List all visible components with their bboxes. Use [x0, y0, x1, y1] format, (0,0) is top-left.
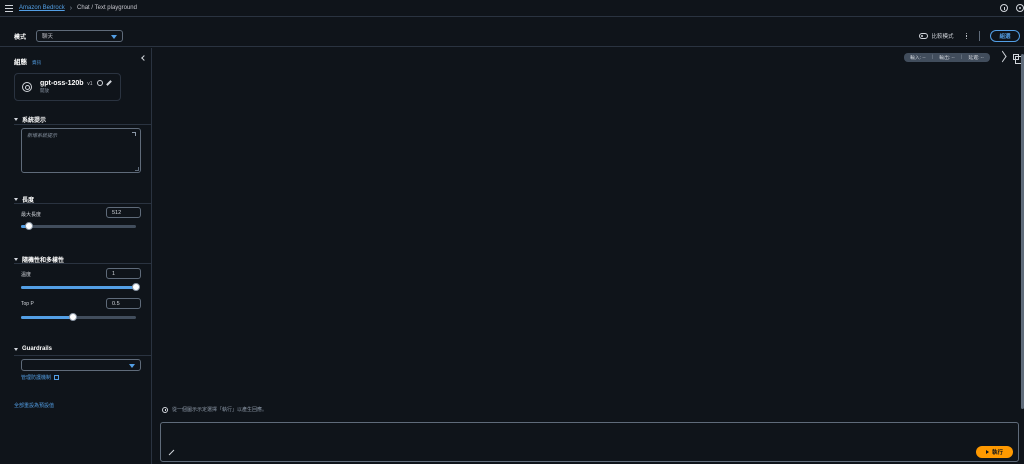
mode-select-value: 聊天 — [42, 34, 54, 40]
expand-icon[interactable] — [132, 132, 136, 136]
resize-handle[interactable] — [135, 167, 139, 171]
info-icon — [162, 406, 168, 413]
play-icon — [985, 450, 989, 454]
divider — [14, 203, 151, 204]
breadcrumb-chevron-icon: › — [69, 4, 73, 12]
metric-separator: | — [960, 55, 963, 60]
reset-defaults-link[interactable]: 全部重設為預設值 — [14, 402, 54, 409]
config-sidebar: 組態 資訊 gpt-oss-120b v1 開放 系統提示 新增系統提示 長度 … — [0, 48, 152, 464]
manage-guardrails-label: 管理防護機制 — [21, 375, 52, 381]
model-name: gpt-oss-120b — [40, 80, 84, 87]
metric-input: 輸入: -- — [910, 56, 926, 61]
run-hint: 從一個圖示示定選擇「執行」以產生回應。 — [162, 406, 267, 413]
send-icon[interactable] — [998, 50, 1007, 63]
caret-down-icon — [129, 364, 135, 368]
top-navigation-bar: Amazon Bedrock › Chat / Text playground — [0, 0, 1024, 17]
divider — [14, 124, 151, 125]
metrics-badge: 輸入: -- | 輸出: -- | 延遲: -- — [904, 53, 990, 62]
top-p-input[interactable]: 0.5 — [106, 298, 141, 309]
metric-output: 輸出: -- — [939, 56, 955, 61]
external-link-icon — [54, 375, 60, 381]
model-card[interactable]: gpt-oss-120b v1 開放 — [14, 73, 121, 101]
divider — [14, 263, 151, 264]
chat-area: 輸入: -- | 輸出: -- | 延遲: -- 從一個圖示示定選擇「執行」以產… — [153, 48, 1024, 464]
compare-mode-toggle[interactable] — [919, 33, 929, 39]
caret-down-icon — [14, 258, 18, 261]
info-link[interactable]: 資訊 — [32, 60, 41, 66]
model-provider: 開放 — [40, 88, 49, 93]
max-length-label: 最大長度 — [21, 212, 42, 218]
compare-mode-label: 比較模式 — [931, 34, 954, 40]
max-length-input[interactable]: 512 — [106, 207, 141, 218]
system-prompt-section-toggle[interactable]: 系統提示 — [14, 115, 46, 124]
run-hint-text: 從一個圖示示定選擇「執行」以產生回應。 — [172, 407, 268, 413]
guardrails-title: Guardrails — [22, 346, 53, 352]
top-p-slider-thumb[interactable] — [68, 313, 77, 321]
system-prompt-input[interactable]: 新增系統提示 — [21, 128, 141, 173]
caret-down-icon — [111, 35, 118, 39]
temperature-slider-thumb[interactable] — [132, 283, 140, 291]
mode-select[interactable]: 聊天 — [36, 30, 124, 42]
metric-separator: | — [931, 55, 934, 60]
run-label: 執行 — [991, 450, 1003, 456]
top-p-slider[interactable] — [21, 313, 136, 321]
breadcrumb-amazon-bedrock[interactable]: Amazon Bedrock — [19, 5, 65, 11]
model-logo-icon — [22, 82, 32, 92]
more-options-icon[interactable] — [965, 32, 967, 40]
update-button[interactable]: 組選 — [990, 30, 1020, 42]
manage-guardrails-link[interactable]: 管理防護機制 — [21, 374, 60, 381]
temperature-value: 1 — [112, 270, 116, 277]
model-info-icon[interactable] — [96, 80, 103, 86]
mode-label: 模式 — [14, 34, 27, 41]
caret-down-icon — [14, 198, 18, 201]
guardrail-select[interactable] — [21, 359, 141, 371]
top-p-value: 0.5 — [112, 300, 120, 307]
caret-down-icon — [14, 347, 18, 351]
guardrails-section-toggle[interactable]: Guardrails — [14, 346, 52, 352]
info-icon[interactable] — [1000, 4, 1008, 12]
expand-icon[interactable] — [168, 449, 174, 455]
top-p-slider-fill — [21, 316, 73, 319]
sidebar-title: 組態 — [14, 59, 27, 66]
divider — [14, 355, 151, 356]
system-prompt-title: 系統提示 — [22, 118, 47, 124]
caret-down-icon — [14, 118, 18, 121]
temperature-slider[interactable] — [21, 283, 140, 291]
breadcrumb-current: Chat / Text playground — [77, 5, 137, 11]
temperature-slider-fill — [21, 286, 136, 289]
prompt-input[interactable]: 執行 — [160, 422, 1019, 462]
temperature-label: 溫度 — [21, 272, 32, 278]
top-p-label: Top P — [21, 301, 34, 307]
system-prompt-placeholder: 新增系統提示 — [27, 133, 58, 139]
edit-model-icon[interactable] — [105, 80, 112, 86]
collapse-sidebar-icon[interactable] — [141, 55, 147, 61]
max-length-slider[interactable] — [21, 222, 136, 230]
hamburger-menu-icon[interactable] — [5, 4, 13, 12]
temperature-input[interactable]: 1 — [106, 268, 141, 279]
divider — [979, 31, 980, 41]
copy-icon[interactable] — [1013, 54, 1023, 64]
gear-icon[interactable] — [1016, 4, 1024, 12]
run-button[interactable]: 執行 — [976, 446, 1013, 458]
max-length-value: 512 — [112, 209, 122, 216]
max-length-slider-thumb[interactable] — [25, 222, 34, 230]
model-version: v1 — [87, 81, 93, 87]
mode-bar: 模式 聊天 比較模式 組選 — [0, 26, 1024, 47]
metric-latency: 延遲: -- — [968, 56, 984, 61]
